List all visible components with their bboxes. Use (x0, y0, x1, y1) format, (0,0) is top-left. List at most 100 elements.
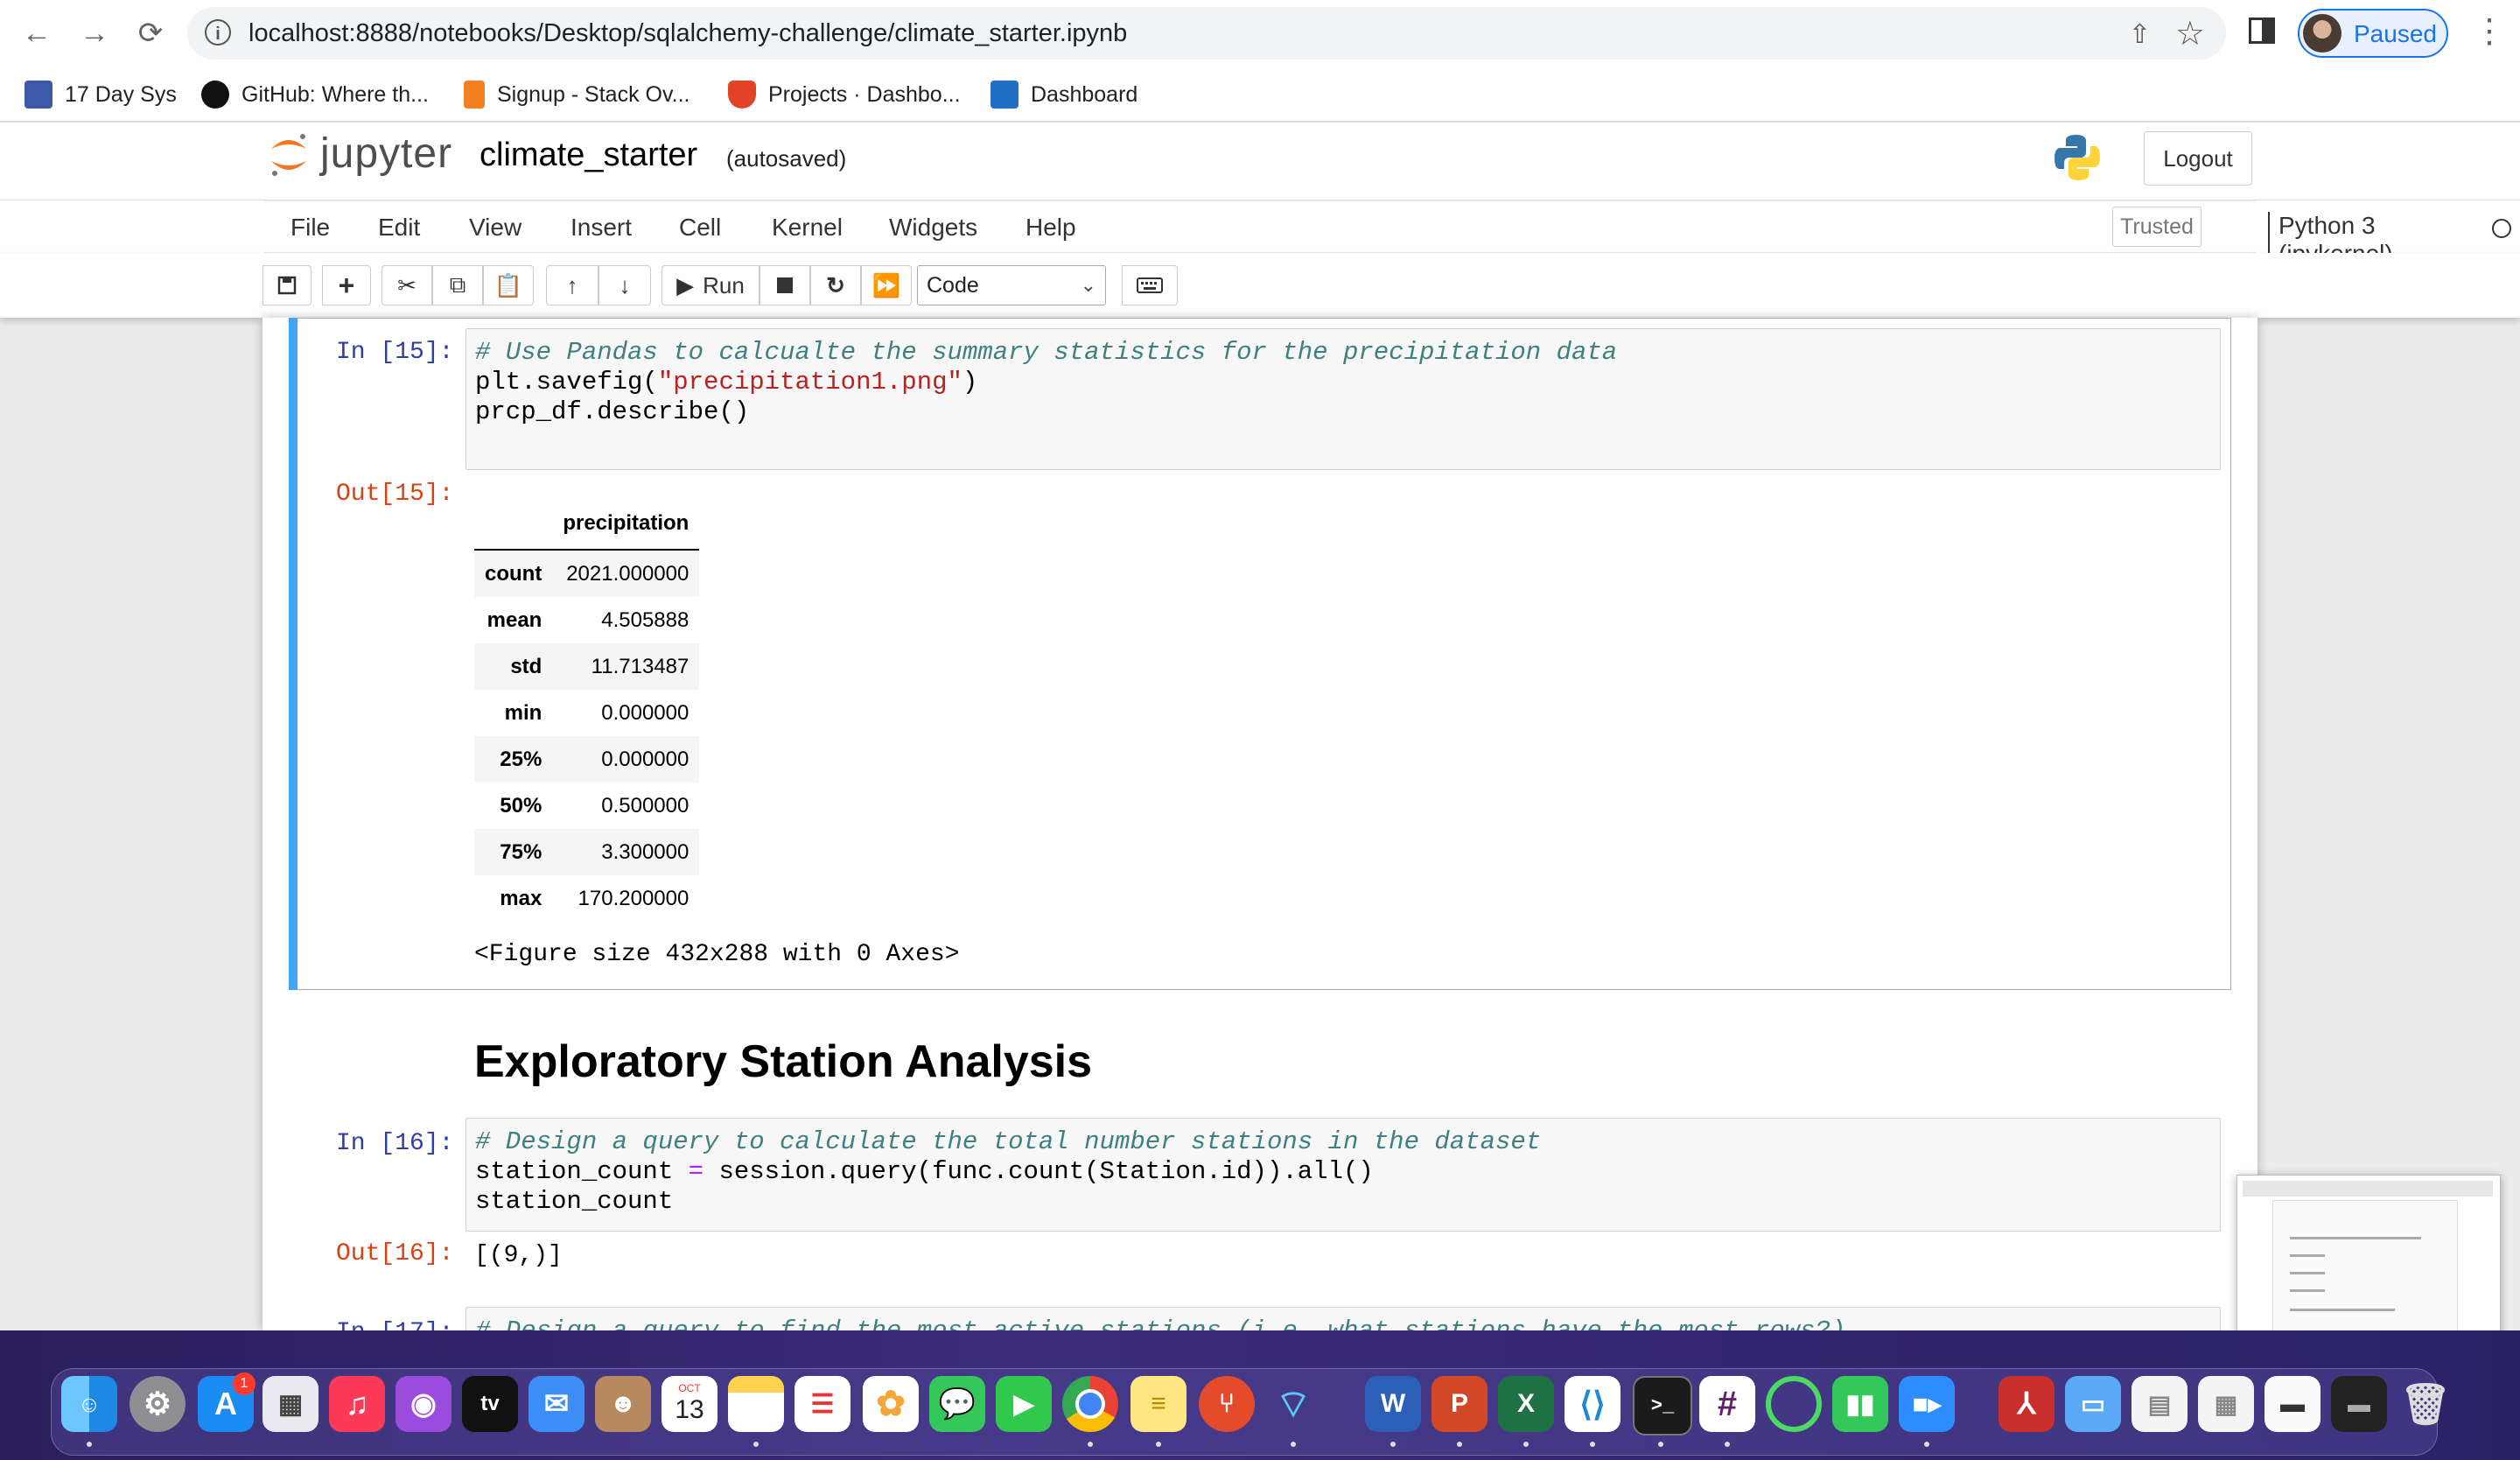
gitlab-icon (728, 81, 756, 109)
powerpoint-icon[interactable]: P (1432, 1376, 1488, 1432)
running-indicator (1156, 1442, 1161, 1447)
code-string: "precipitation1.png" (657, 368, 962, 397)
vscode-icon[interactable]: ⟨⟩ (1564, 1376, 1620, 1432)
apple-tv-icon[interactable]: tv (462, 1376, 518, 1432)
forward-arrow-icon[interactable]: → (77, 16, 112, 51)
profile-button[interactable]: Paused (2298, 9, 2448, 58)
code-comment: # Design a query to find the most active… (475, 1316, 1845, 1330)
contacts-icon[interactable]: ☻ (595, 1376, 651, 1432)
menu-view[interactable]: View (469, 214, 522, 242)
photos-icon[interactable]: ✿ (863, 1376, 919, 1432)
save-icon[interactable] (262, 265, 312, 305)
facetime-icon[interactable]: ▶ (996, 1376, 1052, 1432)
address-bar[interactable]: i localhost:8888/notebooks/Desktop/sqlal… (187, 7, 2226, 60)
url-text[interactable]: localhost:8888/notebooks/Desktop/sqlalch… (248, 19, 1127, 48)
folder-icon[interactable]: ▭ (2065, 1376, 2121, 1432)
bookmark-17-day-sys[interactable]: 17 Day Sys (24, 77, 177, 112)
calendar-day: 13 (675, 1395, 704, 1424)
jupyter-logo-icon[interactable] (268, 128, 310, 180)
trusted-indicator[interactable]: Trusted (2112, 207, 2202, 247)
row-label: min (504, 700, 542, 725)
trash-icon[interactable]: 🗑 (2398, 1376, 2454, 1432)
menu-help[interactable]: Help (1026, 214, 1076, 242)
menu-cell[interactable]: Cell (679, 214, 721, 242)
notes-icon[interactable] (728, 1376, 784, 1432)
music-icon[interactable]: ♫ (329, 1376, 385, 1432)
spreadsheet-preview-icon[interactable]: ▦ (2198, 1376, 2254, 1432)
slack-icon[interactable]: # (1699, 1376, 1755, 1432)
code-editor[interactable]: # Use Pandas to calcualte the summary st… (466, 328, 2221, 470)
move-down-icon[interactable]: ↓ (598, 265, 651, 305)
run-button[interactable]: ▶ Run (662, 265, 760, 305)
section-heading[interactable]: Exploratory Station Analysis (474, 1035, 1092, 1088)
code-text: plt.savefig( (475, 368, 658, 397)
reload-icon[interactable]: ⟳ (133, 16, 168, 51)
logout-button[interactable]: Logout (2144, 131, 2252, 186)
launchpad-icon[interactable]: ▦ (262, 1376, 318, 1432)
notebook-container: In [15]: # Use Pandas to calcualte the s… (262, 318, 2258, 1330)
document-preview-icon[interactable]: ▤ (2132, 1376, 2188, 1432)
autosave-status: (autosaved) (726, 145, 847, 172)
paste-icon[interactable]: 📋 (483, 265, 534, 305)
acrobat-icon[interactable]: ⅄ (1998, 1376, 2054, 1432)
back-arrow-icon[interactable]: ← (19, 16, 54, 51)
input-prompt: In [16]: (336, 1130, 454, 1157)
interrupt-kernel-icon[interactable] (760, 265, 810, 305)
reminders-icon[interactable]: ☰ (794, 1376, 850, 1432)
thumbnail-browser-bar (2243, 1181, 2493, 1197)
running-indicator (87, 1442, 92, 1447)
wifi-icon[interactable]: ⌔ (1265, 1376, 1321, 1432)
menu-file[interactable]: File (290, 214, 330, 242)
code-editor[interactable]: # Design a query to find the most active… (466, 1307, 2221, 1330)
bookmark-star-icon[interactable]: ☆ (2175, 14, 2205, 53)
messages-icon[interactable]: 💬 (929, 1376, 985, 1432)
restart-run-all-icon[interactable]: ⏩ (861, 265, 912, 305)
move-up-icon[interactable]: ↑ (546, 265, 598, 305)
system-preferences-icon[interactable]: ⚙ (130, 1376, 186, 1432)
zoom-icon[interactable]: ■▸ (1899, 1376, 1955, 1432)
insert-cell-icon[interactable]: + (322, 265, 371, 305)
menu-kernel[interactable]: Kernel (772, 214, 843, 242)
code-comment: # Design a query to calculate the total … (475, 1127, 1542, 1156)
excel-icon[interactable]: X (1498, 1376, 1554, 1432)
running-indicator (1658, 1442, 1663, 1447)
finder-icon[interactable]: ☺ (61, 1376, 117, 1432)
row-label: 75% (500, 839, 542, 864)
bookmark-gitlab[interactable]: Projects · Dashbo... (728, 77, 961, 112)
code-editor[interactable]: # Design a query to calculate the total … (466, 1118, 2221, 1232)
thumbnail-line (2290, 1272, 2325, 1274)
grid-icon (24, 81, 52, 109)
dashboard-icon (990, 81, 1018, 109)
jupyter-logo-text[interactable]: jupyter (320, 130, 452, 178)
restart-kernel-icon[interactable]: ↻ (810, 265, 861, 305)
cell-value: 0.000000 (601, 747, 690, 771)
menu-widgets[interactable]: Widgets (889, 214, 977, 242)
share-icon[interactable]: ⇧ (2129, 19, 2151, 50)
menu-insert[interactable]: Insert (570, 214, 632, 242)
terminal-icon[interactable]: >_ (1633, 1376, 1692, 1435)
podcasts-icon[interactable]: ◉ (396, 1376, 452, 1432)
browser-menu-icon[interactable]: ⋮ (2473, 11, 2506, 53)
cut-icon[interactable]: ✂ (382, 265, 432, 305)
calendar-icon[interactable]: OCT 13 (662, 1376, 718, 1432)
side-panel-icon[interactable] (2249, 18, 2275, 44)
bookmark-dashboard[interactable]: Dashboard (990, 77, 1138, 112)
notebook-title[interactable]: climate_starter (480, 137, 697, 174)
chrome-icon[interactable] (1062, 1376, 1118, 1432)
bookmark-github[interactable]: GitHub: Where th... (201, 77, 429, 112)
terminal-window-preview-icon[interactable]: ▬ (2331, 1376, 2387, 1432)
screenshot-thumbnail[interactable] (2236, 1175, 2501, 1348)
bookmark-stackoverflow[interactable]: Signup - Stack Ov... (464, 77, 690, 112)
command-palette-icon[interactable] (1122, 265, 1178, 305)
git-client-icon[interactable]: ⑂ (1199, 1376, 1255, 1432)
window-preview-icon[interactable]: ▬ (2264, 1376, 2320, 1432)
site-info-icon[interactable]: i (205, 19, 231, 46)
stickies-icon[interactable]: ≡ (1130, 1376, 1186, 1432)
word-icon[interactable]: W (1365, 1376, 1421, 1432)
menu-edit[interactable]: Edit (378, 214, 420, 242)
activity-ring-icon[interactable] (1766, 1376, 1822, 1432)
copy-icon[interactable]: ⧉ (432, 265, 483, 305)
mail-icon[interactable]: ✉ (528, 1376, 584, 1432)
cell-type-select[interactable]: Code ⌄ (917, 265, 1106, 305)
numbers-icon[interactable]: ▮▮ (1832, 1376, 1888, 1432)
